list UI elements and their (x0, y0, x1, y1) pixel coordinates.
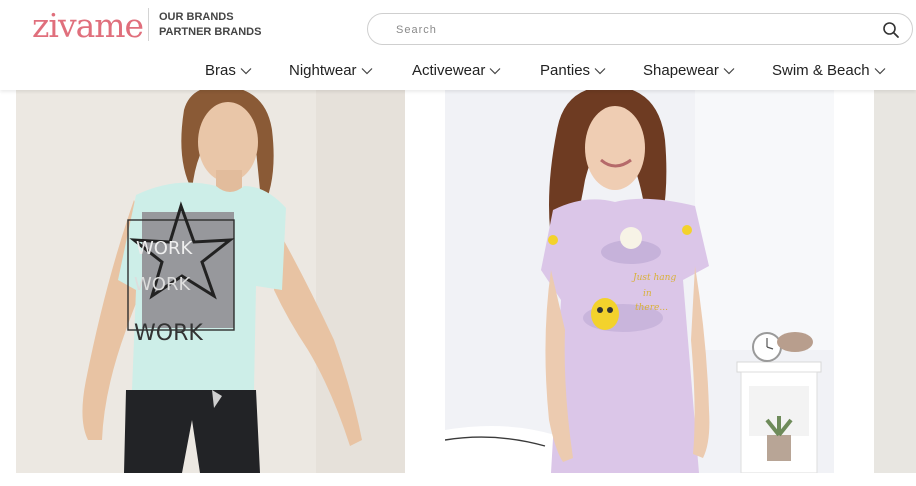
svg-text:there...: there... (635, 303, 668, 313)
svg-text:WORK: WORK (136, 238, 193, 259)
brand-divider (148, 8, 149, 41)
product-gallery: WORK WORK WORK Just hang in there... (0, 90, 916, 486)
main-nav: Bras Nightwear Activewear Panties Shapew… (0, 58, 916, 86)
nav-item-nightwear[interactable]: Nightwear (289, 62, 373, 79)
partner-brands-link[interactable]: PARTNER BRANDS (159, 25, 261, 40)
nav-item-label: Panties (540, 62, 591, 79)
svg-text:WORK: WORK (134, 321, 203, 346)
nav-item-label: Bras (205, 62, 236, 79)
site-header: zivame OUR BRANDS PARTNER BRANDS Bras Ni… (0, 0, 916, 90)
product-card-nightdress[interactable]: Just hang in there... (445, 90, 834, 473)
our-brands-link[interactable]: OUR BRANDS (159, 10, 261, 25)
brand-links: OUR BRANDS PARTNER BRANDS (159, 10, 261, 40)
search-icon[interactable] (882, 21, 900, 39)
nav-item-swim-beach[interactable]: Swim & Beach (772, 62, 886, 79)
nav-item-label: Nightwear (289, 62, 357, 79)
product-image-nightdress: Just hang in there... (445, 90, 834, 473)
chevron-down-icon (594, 67, 606, 74)
nav-item-label: Shapewear (643, 62, 719, 79)
nav-item-activewear[interactable]: Activewear (412, 62, 501, 79)
search-bar (367, 13, 913, 45)
chevron-down-icon (489, 67, 501, 74)
nav-item-label: Swim & Beach (772, 62, 870, 79)
chevron-down-icon (361, 67, 372, 74)
search-input[interactable] (396, 20, 866, 40)
nav-item-panties[interactable]: Panties (540, 62, 606, 79)
nav-item-bras[interactable]: Bras (205, 62, 252, 79)
product-image-tee: WORK WORK WORK (16, 90, 405, 473)
chevron-down-icon (240, 67, 252, 74)
chevron-down-icon (874, 67, 885, 74)
svg-text:in: in (643, 289, 652, 299)
nav-item-shapewear[interactable]: Shapewear (643, 62, 735, 79)
chevron-down-icon (723, 67, 735, 74)
nav-item-label: Activewear (412, 62, 486, 79)
product-image-partial (874, 90, 916, 473)
product-card-tee[interactable]: WORK WORK WORK (16, 90, 405, 473)
svg-text:WORK: WORK (134, 274, 191, 295)
product-card-partial[interactable] (874, 90, 916, 473)
zivame-logo[interactable]: zivame (32, 6, 144, 45)
svg-text:Just hang: Just hang (631, 273, 676, 283)
